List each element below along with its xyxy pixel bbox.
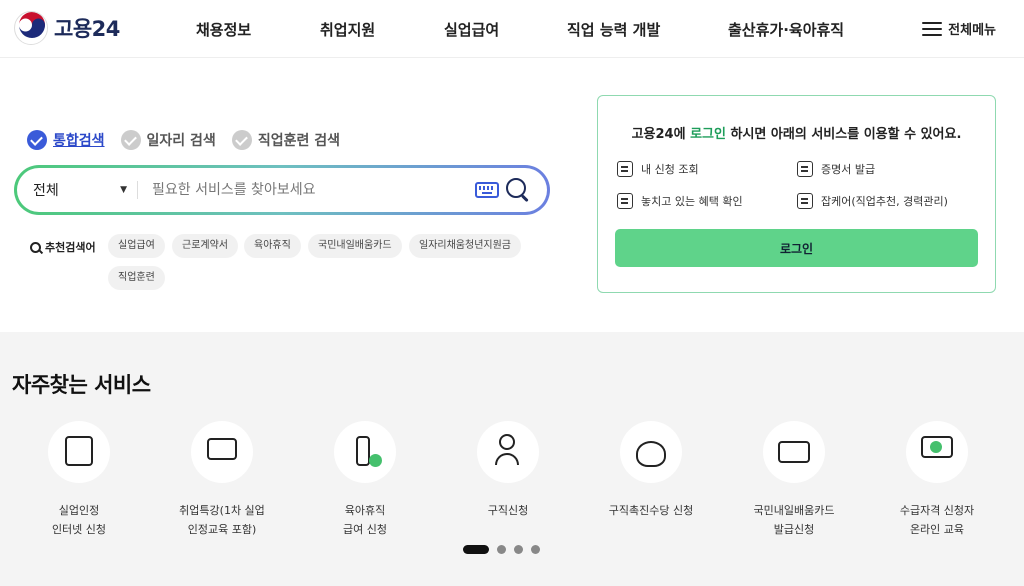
tab-label: 통합검색 bbox=[53, 133, 105, 149]
search-category-select[interactable]: 전체 ▼ bbox=[17, 180, 137, 200]
check-circle-icon bbox=[231, 130, 252, 150]
keyword-chip[interactable]: 실업급여 bbox=[108, 234, 165, 258]
service-card-job-seeking[interactable]: 구직신청 bbox=[438, 421, 578, 520]
login-panel: 고용24에 로그인 하시면 아래의 서비스를 이용할 수 있어요. 내 신청 조… bbox=[597, 95, 996, 293]
monitor-icon bbox=[906, 421, 968, 483]
nav-item-jobs[interactable]: 채용정보 bbox=[196, 19, 251, 40]
service-my-applications[interactable]: 내 신청 조회 bbox=[617, 161, 699, 177]
search-tabs: 통합검색 일자리 검색 직업훈련 검색 bbox=[27, 130, 340, 150]
card-icon bbox=[763, 421, 825, 483]
check-circle-icon bbox=[120, 130, 141, 150]
service-card-label: 실업인정 인터넷 신청 bbox=[9, 501, 149, 539]
service-card-employment-lecture[interactable]: 취업특강(1차 실업 인정교육 포함) bbox=[152, 421, 292, 539]
keyboard-icon[interactable] bbox=[475, 182, 499, 198]
login-title: 고용24에 로그인 하시면 아래의 서비스를 이용할 수 있어요. bbox=[598, 123, 995, 142]
service-card-label-line: 국민내일배움카드 bbox=[753, 504, 835, 517]
service-card-label-line: 발급신청 bbox=[773, 523, 815, 536]
service-label: 내 신청 조회 bbox=[641, 163, 699, 176]
search-inner: 전체 ▼ bbox=[17, 168, 547, 212]
service-card-label-line: 온라인 교육 bbox=[909, 523, 965, 536]
keyword-chip[interactable]: 국민내일배움카드 bbox=[308, 234, 402, 258]
service-missed-benefits[interactable]: 놓치고 있는 혜택 확인 bbox=[617, 193, 743, 209]
tab-integrated-search[interactable]: 통합검색 bbox=[27, 130, 105, 150]
service-card-label-line: 구직촉진수당 신청 bbox=[608, 504, 694, 517]
frequent-services-section: 자주찾는 서비스 실업인정 인터넷 신청 취업특강(1차 실업 인정교육 포함)… bbox=[0, 332, 1024, 586]
nav-item-vocational-training[interactable]: 직업 능력 개발 bbox=[567, 19, 660, 40]
document-pen-icon bbox=[48, 421, 110, 483]
clipboard-icon bbox=[797, 193, 813, 209]
service-certificates[interactable]: 증명서 발급 bbox=[797, 161, 875, 177]
keyword-chip[interactable]: 일자리채움청년지원금 bbox=[409, 234, 521, 258]
login-title-pre: 고용24에 bbox=[631, 127, 691, 142]
caret-down-icon: ▼ bbox=[120, 185, 127, 195]
service-card-label-line: 수급자격 신청자 bbox=[899, 504, 975, 517]
nav-item-employment-support[interactable]: 취업지원 bbox=[320, 19, 375, 40]
service-label: 증명서 발급 bbox=[821, 163, 876, 176]
carousel-dot[interactable] bbox=[497, 545, 506, 554]
recommended-label-text: 추천검색어 bbox=[45, 241, 96, 254]
login-button[interactable]: 로그인 bbox=[615, 229, 978, 267]
all-menu-label: 전체메뉴 bbox=[948, 23, 996, 38]
keyword-chip[interactable]: 근로계약서 bbox=[172, 234, 238, 258]
service-label: 잡케어(직업추천, 경력관리) bbox=[821, 195, 948, 208]
service-card-label: 구직촉진수당 신청 bbox=[581, 501, 721, 520]
login-title-post: 하시면 아래의 서비스를 이용할 수 있어요. bbox=[725, 127, 962, 142]
service-card-label-line: 실업인정 bbox=[58, 504, 100, 517]
carousel-dot[interactable] bbox=[531, 545, 540, 554]
search-icon[interactable] bbox=[505, 177, 531, 203]
keyword-chip[interactable]: 육아휴직 bbox=[244, 234, 301, 258]
service-card-job-promotion-allowance[interactable]: 구직촉진수당 신청 bbox=[581, 421, 721, 520]
logo-text: 고용24 bbox=[54, 17, 120, 41]
service-card-label-line: 급여 신청 bbox=[343, 523, 387, 536]
service-jobcare[interactable]: 잡케어(직업추천, 경력관리) bbox=[797, 193, 948, 209]
tab-label: 일자리 검색 bbox=[146, 133, 216, 149]
service-card-label-line: 인터넷 신청 bbox=[51, 523, 107, 536]
service-card-label: 수급자격 신청자 온라인 교육 bbox=[867, 501, 1007, 539]
tab-label: 직업훈련 검색 bbox=[257, 133, 340, 149]
service-card-unemployment-recognition[interactable]: 실업인정 인터넷 신청 bbox=[9, 421, 149, 539]
service-card-online-education[interactable]: 수급자격 신청자 온라인 교육 bbox=[867, 421, 1007, 539]
service-card-naeil-card[interactable]: 국민내일배움카드 발급신청 bbox=[724, 421, 864, 539]
section-title: 자주찾는 서비스 bbox=[12, 373, 151, 397]
service-card-parental-leave-benefit[interactable]: 육아휴직 급여 신청 bbox=[295, 421, 435, 539]
logo[interactable]: 고용24 bbox=[14, 11, 120, 45]
recommended-label: 추천검색어 bbox=[30, 239, 96, 255]
service-card-label-line: 취업특강(1차 실업 bbox=[179, 504, 265, 517]
baby-bottle-icon bbox=[334, 421, 396, 483]
service-card-label-line: 구직신청 bbox=[487, 504, 529, 517]
certificate-icon bbox=[797, 161, 813, 177]
nav-item-parental-leave[interactable]: 출산휴가·육아휴직 bbox=[728, 19, 844, 40]
money-bag-icon bbox=[620, 421, 682, 483]
search-input[interactable] bbox=[138, 182, 475, 198]
header: 고용24 채용정보 취업지원 실업급여 직업 능력 개발 출산휴가·육아휴직 전… bbox=[0, 0, 1024, 58]
tab-job-search[interactable]: 일자리 검색 bbox=[120, 130, 216, 150]
service-card-label-line: 인정교육 포함) bbox=[187, 523, 257, 536]
service-card-label: 육아휴직 급여 신청 bbox=[295, 501, 435, 539]
presentation-board-icon bbox=[191, 421, 253, 483]
search-box: 전체 ▼ bbox=[14, 165, 550, 215]
all-menu-button[interactable]: 전체메뉴 bbox=[922, 19, 996, 38]
document-check-icon bbox=[617, 193, 633, 209]
login-title-highlight: 로그인 bbox=[690, 127, 726, 142]
hamburger-icon bbox=[922, 21, 943, 36]
service-card-label: 취업특강(1차 실업 인정교육 포함) bbox=[152, 501, 292, 539]
carousel-pagination bbox=[463, 545, 540, 554]
select-value: 전체 bbox=[33, 183, 59, 199]
service-label: 놓치고 있는 혜택 확인 bbox=[641, 195, 743, 208]
check-circle-icon bbox=[27, 130, 47, 150]
taegeuk-logo-icon bbox=[14, 11, 48, 45]
search-icon bbox=[30, 241, 41, 253]
person-pen-icon bbox=[477, 421, 539, 483]
nav-item-unemployment-benefit[interactable]: 실업급여 bbox=[444, 19, 499, 40]
tab-training-search[interactable]: 직업훈련 검색 bbox=[231, 130, 340, 150]
service-card-label: 국민내일배움카드 발급신청 bbox=[724, 501, 864, 539]
list-icon bbox=[617, 161, 633, 177]
service-card-label-line: 육아휴직 bbox=[344, 504, 386, 517]
keyword-chip[interactable]: 직업훈련 bbox=[108, 266, 165, 290]
carousel-dot[interactable] bbox=[514, 545, 523, 554]
service-card-label: 구직신청 bbox=[438, 501, 578, 520]
carousel-dot[interactable] bbox=[463, 545, 489, 554]
